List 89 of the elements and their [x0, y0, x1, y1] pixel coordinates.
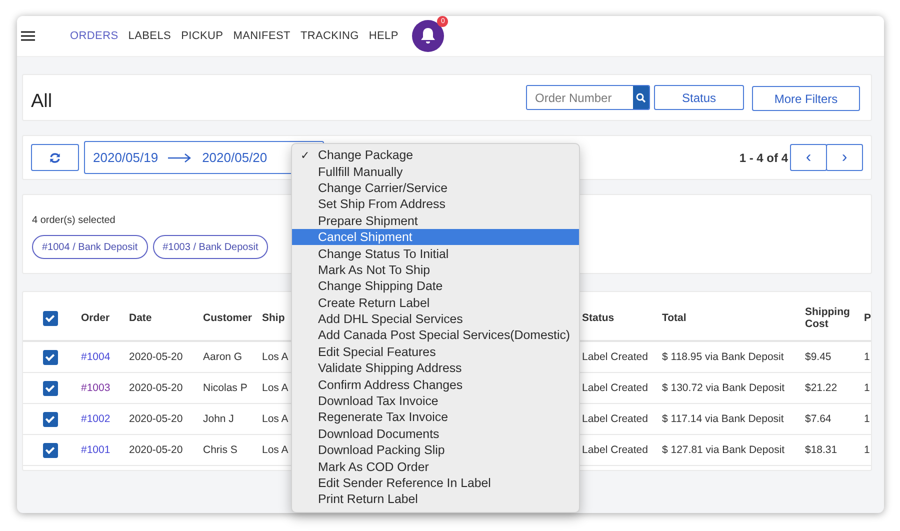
- menu-item[interactable]: Change Shipping Date: [292, 278, 579, 295]
- column-header: Shipping Cost: [805, 306, 851, 330]
- pagination-text: 1 - 4 of 4: [739, 150, 788, 164]
- table-cell-text: Label Created: [582, 382, 649, 394]
- order-link[interactable]: #1003: [81, 382, 129, 394]
- checkbox[interactable]: [42, 350, 58, 364]
- arrow-icon: [168, 152, 192, 162]
- start-date: 2020/05/19: [93, 150, 158, 165]
- nav-tab[interactable]: ORDERS: [70, 30, 118, 42]
- table-cell-text: Los A: [262, 444, 290, 456]
- table-cell-text: $18.31: [805, 444, 838, 456]
- table-cell-text: $ 130.72 via Bank Deposit: [662, 382, 786, 394]
- menu-item[interactable]: Add DHL Special Services: [292, 310, 579, 328]
- previous-page-button[interactable]: ‹: [790, 144, 827, 171]
- refresh-icon: [49, 152, 61, 164]
- table-cell-text: Label Created: [582, 351, 649, 363]
- table-cell-text: Los A: [262, 413, 290, 425]
- refresh-button[interactable]: [31, 144, 79, 171]
- menu-item[interactable]: Edit Special Features: [292, 344, 579, 360]
- table-cell-text: $9.45: [805, 351, 832, 363]
- column-header: P: [864, 312, 871, 324]
- table-cell: 1: [864, 382, 871, 394]
- end-date: 2020/05/20: [202, 150, 268, 165]
- nav-tab[interactable]: HELP: [368, 30, 398, 42]
- nav-tab[interactable]: LABELS: [128, 30, 172, 42]
- table-cell-text: $ 118.95 via Bank Deposit: [662, 351, 785, 363]
- selection-summary: 4 order(s) selected: [32, 215, 116, 226]
- table-cell-text: 2020-05-20: [129, 351, 184, 363]
- status-button[interactable]: Status: [654, 85, 744, 110]
- table-cell-text: 2020-05-20: [129, 382, 184, 394]
- order-link[interactable]: #1004: [81, 351, 129, 363]
- table-cell-text: Aaron G: [203, 351, 244, 363]
- table-cell-text: Los A: [262, 382, 290, 394]
- next-page-button[interactable]: ›: [826, 144, 863, 171]
- menu-item[interactable]: Regenerate Tax Invoice: [292, 409, 579, 426]
- order-link[interactable]: #1002: [81, 413, 129, 425]
- table-cell-text: Los A: [262, 351, 290, 363]
- nav-tab[interactable]: MANIFEST: [233, 30, 290, 42]
- search-icon[interactable]: [633, 86, 649, 109]
- order-link[interactable]: #1001: [81, 444, 129, 456]
- checkbox[interactable]: [42, 380, 58, 396]
- menu-item[interactable]: Change Carrier/Service: [292, 180, 579, 196]
- menu-item[interactable]: Download Documents: [292, 426, 579, 442]
- table-cell-text: 2020-05-20: [129, 444, 184, 456]
- nav-tab[interactable]: PICKUP: [181, 30, 224, 42]
- checkbox[interactable]: [42, 310, 58, 326]
- checkbox[interactable]: [42, 412, 58, 426]
- table-cell: 1: [864, 351, 871, 363]
- column-header: Order: [81, 312, 111, 324]
- page-title: All: [31, 90, 52, 112]
- menu-item[interactable]: Download Packing Slip: [292, 442, 579, 458]
- menu-item[interactable]: Edit Sender Reference In Label: [292, 474, 579, 492]
- order-chip[interactable]: #1004 / Bank Deposit: [32, 235, 148, 259]
- column-header: Date: [129, 312, 153, 324]
- menu-item[interactable]: Prepare Shipment: [292, 212, 579, 229]
- menu-item[interactable]: Set Ship From Address: [292, 196, 579, 213]
- table-cell-text: Label Created: [582, 444, 649, 456]
- menu-item[interactable]: Change Status To Initial: [292, 245, 579, 262]
- menu-item[interactable]: Download Tax Invoice: [292, 392, 579, 410]
- column-header: Status: [582, 312, 616, 324]
- column-header: Total: [662, 312, 688, 324]
- column-header: Ship: [262, 312, 286, 324]
- table-cell-text: John J: [203, 413, 235, 425]
- order-chip[interactable]: #1003 / Bank Deposit: [152, 235, 268, 259]
- table-cell: 1: [864, 444, 871, 456]
- menu-item[interactable]: Add Canada Post Special Services(Domestic): [292, 327, 579, 344]
- table-cell-text: $ 127.81 via Bank Deposit: [662, 444, 786, 456]
- menu-item[interactable]: Mark As COD Order: [292, 458, 579, 475]
- menu-item[interactable]: Print Return Label: [292, 491, 579, 508]
- table-cell: 1: [864, 413, 871, 425]
- table-cell-text: $21.22: [805, 382, 838, 394]
- column-header: Customer: [203, 312, 254, 324]
- bell-icon: [420, 27, 436, 45]
- menu-icon[interactable]: [21, 31, 35, 41]
- table-cell-text: $ 117.14 via Bank Deposit: [662, 413, 785, 425]
- menu-item[interactable]: Confirm Address Changes: [292, 376, 579, 393]
- menu-item[interactable]: Create Return Label: [292, 294, 579, 311]
- checkbox[interactable]: [42, 442, 58, 458]
- more-filters-button[interactable]: More Filters: [752, 86, 860, 111]
- table-cell-text: Label Created: [582, 413, 649, 425]
- menu-item[interactable]: Cancel Shipment: [292, 228, 579, 246]
- table-cell-text: 2020-05-20: [129, 413, 184, 425]
- menu-item[interactable]: Validate Shipping Address: [292, 360, 579, 376]
- order-search-field[interactable]: Order Number: [526, 85, 650, 110]
- table-cell-text: $7.64: [805, 413, 832, 425]
- nav-tab[interactable]: TRACKING: [300, 30, 359, 42]
- table-cell-text: Nicolas P: [203, 382, 248, 394]
- table-cell-text: Chris S: [203, 444, 238, 456]
- menu-item[interactable]: Mark As Not To Ship: [292, 262, 579, 278]
